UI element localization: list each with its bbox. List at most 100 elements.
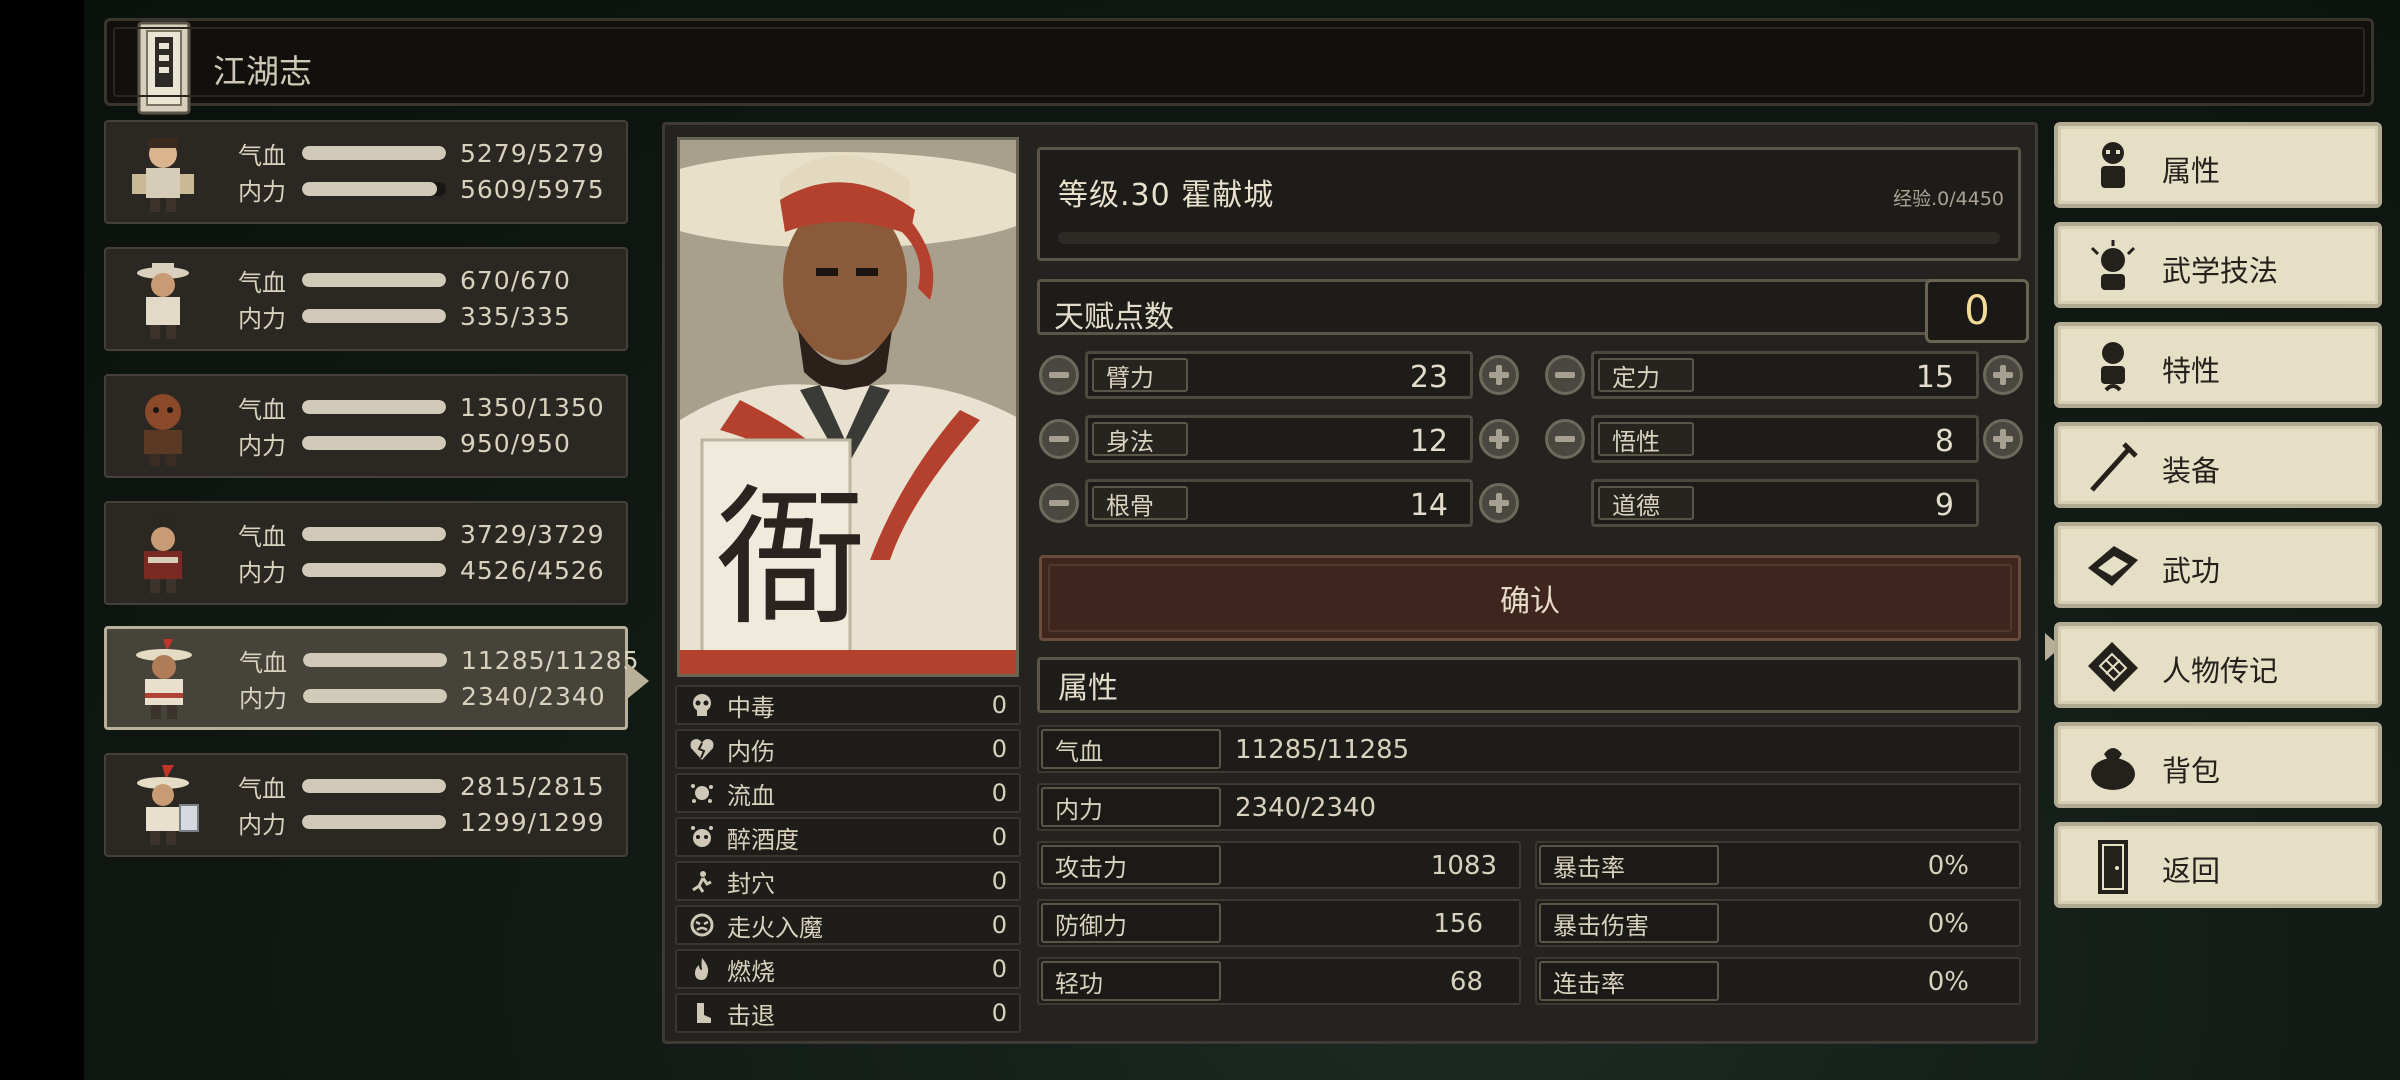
talent-points-value: 0 (1925, 279, 2029, 343)
confirm-button[interactable]: 确认 (1039, 555, 2021, 641)
attribute-morality: 道德 9 (1591, 479, 1979, 527)
attribute-label: 根骨 (1092, 486, 1188, 520)
decrease-constitution-button[interactable] (1039, 483, 1079, 523)
increase-willpower-button[interactable] (1983, 355, 2023, 395)
stat-value: 0% (1927, 851, 1969, 881)
mp-value: 5609/5975 (460, 174, 605, 204)
sword-icon (2090, 442, 2138, 492)
increase-strength-button[interactable] (1479, 355, 1519, 395)
party-member-2[interactable]: 气血 670/670 内力 335/335 (104, 247, 628, 351)
attribute-constitution: 根骨 14 (1085, 479, 1473, 527)
hp-value: 3729/3729 (460, 519, 605, 549)
hp-value: 2815/2815 (460, 771, 605, 801)
biography-icon (2088, 642, 2138, 692)
mp-value: 1299/1299 (460, 807, 605, 837)
menu-inventory-button[interactable]: 背包 (2054, 722, 2382, 808)
letterbox (0, 0, 84, 1080)
flame-icon (695, 958, 709, 980)
hp-bar (302, 779, 446, 793)
increase-constitution-button[interactable] (1479, 483, 1519, 523)
status-poison: 中毒 0 (675, 685, 1021, 725)
dizzy-icon (691, 826, 713, 847)
skull-icon (693, 694, 711, 716)
mp-label: 内力 (238, 177, 286, 206)
hp-value: 1350/1350 (460, 392, 605, 422)
status-label: 击退 (727, 1001, 775, 1030)
party-member-4[interactable]: 气血 3729/3729 内力 4526/4526 (104, 501, 628, 605)
decrease-agility-button[interactable] (1039, 419, 1079, 459)
attribute-comprehension: 悟性 8 (1591, 415, 1979, 463)
level-and-name: 等级.30 霍献城 (1058, 178, 1275, 213)
selection-arrow-icon (627, 663, 649, 699)
status-value: 0 (991, 779, 1007, 807)
stat-label: 轻功 (1041, 961, 1221, 1001)
boot-icon (697, 1003, 711, 1023)
stat-crit-damage-row: 暴击伤害 0% (1535, 899, 2021, 947)
stat-label: 内力 (1041, 787, 1221, 827)
stat-defense-row: 防御力 156 (1037, 899, 1521, 947)
hp-label: 气血 (238, 141, 286, 170)
party-member-3[interactable]: 气血 1350/1350 内力 950/950 (104, 374, 628, 478)
stat-value: 1083 (1430, 851, 1497, 881)
status-burn: 燃烧 0 (675, 949, 1021, 989)
status-label: 醉酒度 (727, 825, 799, 854)
attribute-value: 12 (1409, 424, 1448, 459)
title-bar: 江湖志 (104, 18, 2374, 115)
attribute-label: 定力 (1598, 358, 1694, 392)
status-value: 0 (991, 735, 1007, 763)
menu-biography-button[interactable]: 人物传记 (2054, 622, 2382, 708)
mp-bar (302, 815, 446, 829)
book-icon (137, 21, 191, 115)
status-knockback: 击退 0 (675, 993, 1021, 1033)
party-member-1[interactable]: 气血 5279/5279 内力 5609/5975 (104, 120, 628, 224)
status-internal-injury: 内伤 0 (675, 729, 1021, 769)
status-label: 内伤 (727, 737, 775, 766)
menu-attributes-button[interactable]: 属性 (2054, 122, 2382, 208)
status-value: 0 (991, 955, 1007, 983)
decrease-comprehension-button[interactable] (1545, 419, 1585, 459)
menu-back-button[interactable]: 返回 (2054, 822, 2382, 908)
attribute-label: 悟性 (1598, 422, 1694, 456)
hp-bar (302, 273, 446, 287)
hp-value: 5279/5279 (460, 138, 605, 168)
page-title: 江湖志 (213, 52, 312, 91)
status-label: 走火入魔 (727, 913, 823, 942)
menu-equipment-button[interactable]: 装备 (2054, 422, 2382, 508)
status-value: 0 (991, 867, 1007, 895)
menu-label: 返回 (2162, 854, 2221, 888)
manual-book-icon (2088, 546, 2138, 586)
hp-bar (303, 653, 447, 667)
character-panel: 衙 中毒 0 内伤 0 流血 0 醉酒度 0 封穴 0 走火入魔 0 燃烧 0 … (662, 122, 2061, 1044)
stat-hp-row: 气血 11285/11285 (1037, 725, 2021, 773)
increase-comprehension-button[interactable] (1983, 419, 2023, 459)
decrease-willpower-button[interactable] (1545, 355, 1585, 395)
avatar (144, 394, 182, 466)
talent-points-box: 天赋点数 (1037, 279, 1959, 335)
stat-label: 暴击率 (1539, 845, 1719, 885)
stat-attack-row: 攻击力 1083 (1037, 841, 1521, 889)
status-value: 0 (991, 691, 1007, 719)
avatar (144, 515, 182, 593)
character-portrait: 衙 (677, 137, 1019, 677)
stat-value: 68 (1449, 967, 1483, 997)
menu-traits-button[interactable]: 特性 (2054, 322, 2382, 408)
stat-value: 11285/11285 (1235, 735, 1410, 765)
mp-label: 内力 (238, 304, 286, 333)
hp-value: 670/670 (460, 265, 571, 295)
menu-label: 特性 (2162, 354, 2221, 388)
party-member-6[interactable]: 气血 2815/2815 内力 1299/1299 (104, 753, 628, 857)
stat-value: 2340/2340 (1235, 793, 1377, 823)
decrease-strength-button[interactable] (1039, 355, 1079, 395)
status-label: 中毒 (727, 693, 775, 722)
increase-agility-button[interactable] (1479, 419, 1519, 459)
menu-kungfu-button[interactable]: 武功 (2054, 522, 2382, 608)
party-member-5-selected[interactable]: 气血 11285/11285 内力 2340/2340 (104, 626, 649, 730)
attribute-strength: 臂力 23 (1085, 351, 1473, 399)
menu-label: 属性 (2162, 154, 2221, 188)
mp-bar (302, 182, 446, 196)
avatar (137, 765, 199, 845)
exp-bar (1058, 232, 2000, 244)
door-icon (2098, 840, 2128, 894)
attribute-value: 14 (1409, 488, 1448, 523)
menu-martial-skills-button[interactable]: 武学技法 (2054, 222, 2382, 308)
